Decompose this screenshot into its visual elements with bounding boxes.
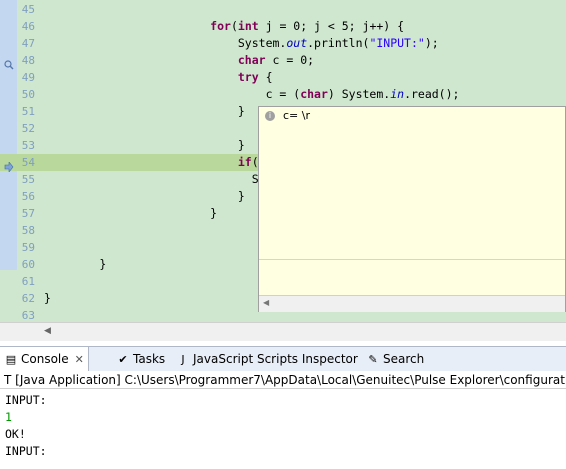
console-line-input: 1 xyxy=(5,410,12,424)
line-number: 62 xyxy=(21,292,35,305)
code-text: S xyxy=(251,172,259,186)
line-number: 59 xyxy=(21,241,35,254)
view-tab-bar: ▤ Console ✕ ✔ Tasks J JavaScript Scripts Ins… xyxy=(0,346,566,372)
tab-search[interactable]: ✎ Search xyxy=(362,347,428,371)
line-number: 48 xyxy=(21,54,35,67)
js-inspector-icon: J xyxy=(181,353,185,366)
code-line: 48 char c = 0; xyxy=(0,52,566,70)
line-number: 60 xyxy=(21,258,35,271)
line-number: 56 xyxy=(21,190,35,203)
line-number: 61 xyxy=(21,275,35,288)
variable-info-icon: i xyxy=(265,111,275,121)
scroll-left-icon[interactable]: ◀ xyxy=(44,326,51,336)
tab-js-inspector[interactable]: J JavaScript Scripts Inspector xyxy=(172,347,362,371)
line-number: 63 xyxy=(21,309,35,322)
code-text: for(int j = 0; j < 5; j++) { xyxy=(210,19,405,33)
tab-console-label: Console xyxy=(21,352,69,366)
line-number: 49 xyxy=(21,71,35,84)
code-line: 49 try { xyxy=(0,69,566,86)
code-text: try { xyxy=(237,70,273,84)
line-number: 46 xyxy=(21,20,35,33)
hover-value: c= \r xyxy=(283,109,310,122)
line-number: 45 xyxy=(21,3,35,16)
search-icon: ✎ xyxy=(368,353,378,366)
code-text: } xyxy=(44,291,51,305)
hover-divider xyxy=(259,259,565,260)
scroll-left-icon[interactable]: ◀ xyxy=(263,298,269,307)
tab-tasks[interactable]: ✔ Tasks xyxy=(112,347,169,371)
tab-tasks-label: Tasks xyxy=(133,352,166,366)
console-line: OK! xyxy=(5,427,26,441)
code-text: } xyxy=(237,189,245,203)
code-editor[interactable]: 45 46 for(int j = 0; j < 5; j++) {47 Syst… xyxy=(0,0,566,322)
code-text: } xyxy=(210,206,218,220)
line-number: 54 xyxy=(21,156,35,169)
line-number: 55 xyxy=(21,173,35,186)
hover-scrollbar[interactable]: ◀ xyxy=(259,295,565,312)
line-number: 50 xyxy=(21,88,35,101)
line-number: 58 xyxy=(21,224,35,237)
instruction-pointer-icon xyxy=(4,157,14,173)
line-number: 53 xyxy=(21,139,35,152)
code-text: System.out.println("INPUT:"); xyxy=(237,36,439,50)
console-launch-description: T [Java Application] C:\Users\Programmer… xyxy=(0,371,566,389)
editor-horizontal-scrollbar[interactable]: ◀ xyxy=(0,322,566,341)
console-line: INPUT: xyxy=(5,393,47,407)
tab-console[interactable]: ▤ Console ✕ xyxy=(0,347,89,371)
line-number: 52 xyxy=(21,122,35,135)
console-line: INPUT: xyxy=(5,444,47,458)
code-text: } xyxy=(237,138,245,152)
console-output[interactable]: INPUT: 1 OK! INPUT: xyxy=(0,390,566,469)
line-number: 51 xyxy=(21,105,35,118)
search-marker-icon[interactable] xyxy=(4,55,14,70)
code-line: 47 System.out.println("INPUT:"); xyxy=(0,35,566,52)
tab-search-label: Search xyxy=(383,352,425,366)
code-line: 50 c = (char) System.in.read(); xyxy=(0,86,566,103)
variable-hover-popup[interactable]: i c= \r ◀ xyxy=(258,106,566,312)
code-text: char c = 0; xyxy=(237,53,315,67)
tab-js-inspector-label: JavaScript Scripts Inspector xyxy=(193,352,358,366)
line-number: 47 xyxy=(21,37,35,50)
code-line: 45 xyxy=(0,1,566,18)
tasks-icon: ✔ xyxy=(118,353,128,366)
code-text: if( xyxy=(237,155,259,169)
code-text: c = (char) System.in.read(); xyxy=(265,87,460,101)
line-number: 57 xyxy=(21,207,35,220)
code-text: } xyxy=(99,257,107,271)
code-line: 46 for(int j = 0; j < 5; j++) { xyxy=(0,18,566,35)
close-icon[interactable]: ✕ xyxy=(75,353,84,366)
code-text: } xyxy=(237,104,245,118)
console-icon: ▤ xyxy=(5,353,17,366)
